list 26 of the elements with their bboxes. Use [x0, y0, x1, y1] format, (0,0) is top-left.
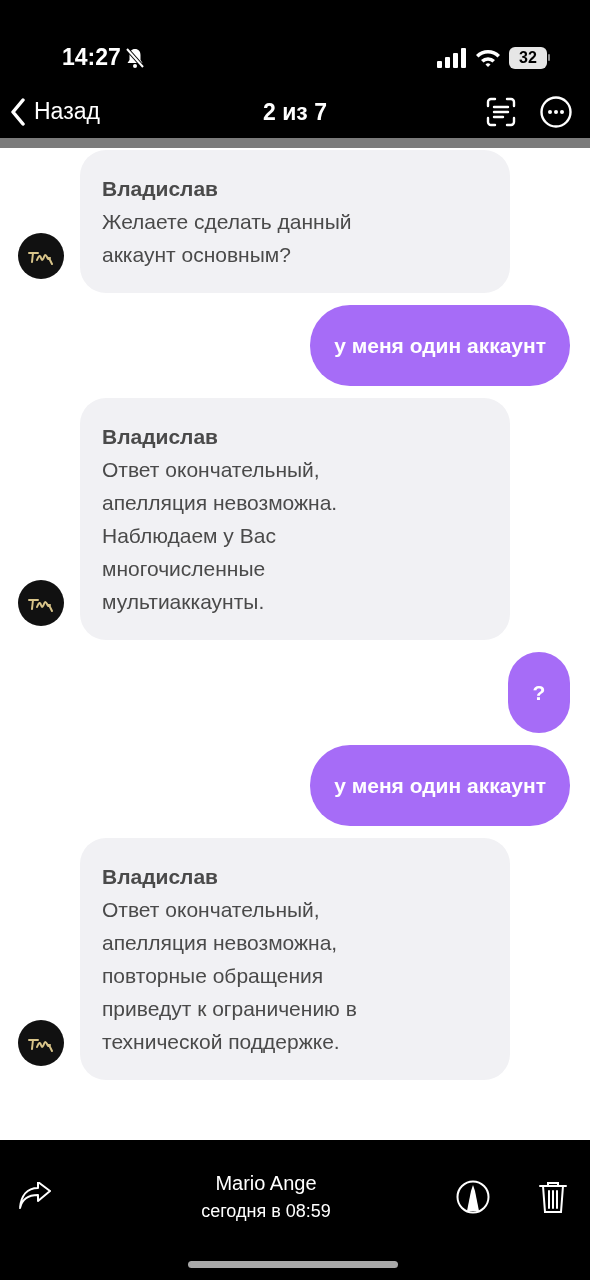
- back-button[interactable]: Назад: [10, 94, 100, 129]
- more-icon[interactable]: [540, 95, 572, 128]
- message-text: Желаете сделать данный аккаунт основным?: [102, 209, 353, 268]
- message-bubble: у меня один аккаунт: [310, 305, 570, 386]
- trash-icon[interactable]: [538, 1179, 568, 1214]
- chevron-left-icon: [10, 97, 26, 126]
- avatar-icon: [18, 580, 64, 626]
- message-bubble: у меня один аккаунт: [310, 745, 570, 826]
- time-text: 14:27: [62, 43, 121, 73]
- message-text: Ответ окончательный, апелляция невозможна, повторные обращения приведут к ограничению в технической поддержке.: [102, 897, 358, 1055]
- timestamp: сегодня в 08:59: [201, 1200, 331, 1223]
- signal-icon: [437, 47, 467, 68]
- page-counter: 2 из 7: [263, 97, 327, 127]
- markup-icon[interactable]: [456, 1179, 490, 1214]
- message-bubble: ?: [508, 652, 570, 733]
- avatar-icon: [18, 233, 64, 279]
- wifi-icon: [475, 47, 501, 68]
- sender-name: Mario Ange: [214, 1171, 318, 1196]
- text-scan-icon[interactable]: [486, 96, 516, 127]
- message-text: Ответ окончательный, апелляция невозможна. Наблюдаем у Вас многочисленные мультиаккаунты.: [102, 457, 339, 615]
- share-icon[interactable]: [18, 1181, 52, 1212]
- sender-name: Владислав: [102, 424, 220, 450]
- avatar-icon: [18, 1020, 64, 1066]
- sender-name: Владислав: [102, 176, 220, 202]
- battery-indicator: 32: [509, 46, 550, 69]
- sender-name: Владислав: [102, 864, 220, 890]
